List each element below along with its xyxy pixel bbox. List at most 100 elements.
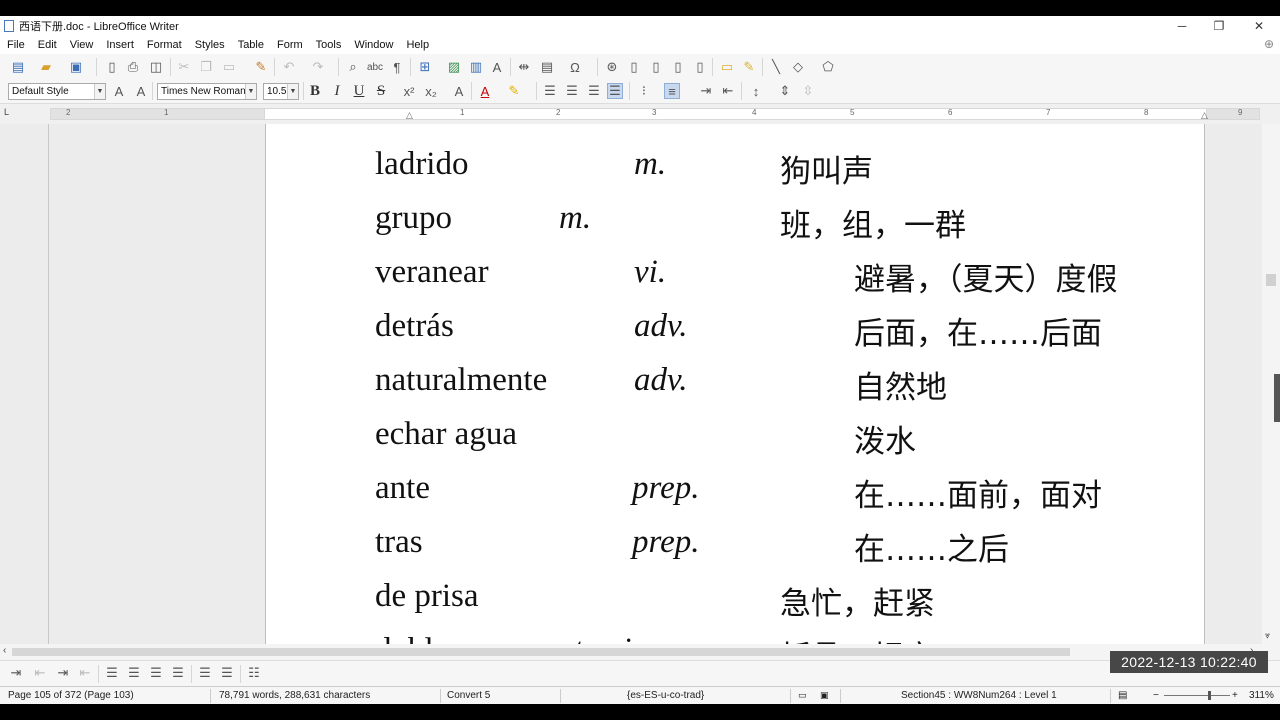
- horizontal-scroll-thumb[interactable]: [12, 648, 1070, 656]
- move-subpoints-down-icon[interactable]: ☰: [170, 665, 186, 681]
- cross-reference-icon[interactable]: ▯: [692, 59, 708, 75]
- menu-form[interactable]: Form: [270, 39, 309, 51]
- cut-icon[interactable]: ✂: [176, 59, 192, 75]
- subscript-icon[interactable]: x₂: [423, 83, 439, 99]
- find-replace-icon[interactable]: ⌕: [345, 59, 361, 75]
- document-page[interactable]: ladrido m. 狗叫声 grupo m. 班，组，一群 veranear …: [265, 124, 1205, 644]
- endnote-icon[interactable]: ▯: [648, 59, 664, 75]
- line-spacing-icon[interactable]: ↕: [748, 83, 764, 99]
- bold-icon[interactable]: B: [307, 83, 323, 99]
- minimize-button[interactable]: ─: [1162, 16, 1202, 36]
- superscript-icon[interactable]: x²: [401, 83, 417, 99]
- menu-view[interactable]: View: [63, 39, 100, 51]
- print-icon[interactable]: ⎙: [125, 59, 141, 75]
- menu-insert[interactable]: Insert: [99, 39, 140, 51]
- promote-subpoints-icon[interactable]: ⇤: [77, 665, 93, 681]
- decrease-spacing-icon[interactable]: ⇳: [800, 83, 816, 99]
- numbering-icon[interactable]: ≡: [664, 83, 680, 99]
- right-indent-marker-icon[interactable]: △: [1201, 110, 1208, 121]
- font-size-box[interactable]: 10.5 ▼: [263, 83, 299, 100]
- zoom-in-icon[interactable]: +: [1232, 690, 1238, 701]
- hyperlink-icon[interactable]: ⊛: [604, 59, 620, 75]
- demote-subpoints-icon[interactable]: ⇥: [55, 665, 71, 681]
- indent-marker-icon[interactable]: △: [406, 110, 413, 121]
- close-button[interactable]: ✕: [1239, 16, 1279, 36]
- vertical-scroll-thumb[interactable]: [1266, 274, 1276, 286]
- chevron-down-icon[interactable]: ▼: [287, 84, 298, 99]
- decrease-indent-icon[interactable]: ⇤: [720, 83, 736, 99]
- zoom-out-icon[interactable]: −: [1153, 690, 1159, 701]
- underline-icon[interactable]: U: [351, 83, 367, 99]
- move-item-down-icon[interactable]: ☰: [126, 665, 142, 681]
- new-style-icon[interactable]: A: [133, 83, 149, 99]
- comment-icon[interactable]: ▭: [719, 59, 735, 75]
- insert-line-icon[interactable]: ╲: [768, 59, 784, 75]
- draw-functions-icon[interactable]: ⬠: [820, 59, 836, 75]
- justify-icon[interactable]: ☰: [607, 83, 623, 99]
- globe-icon[interactable]: ⊕: [1264, 37, 1274, 51]
- vertical-scrollbar[interactable]: ⩔: [1262, 124, 1280, 644]
- open-folder-icon[interactable]: ▰: [38, 59, 54, 75]
- menu-table[interactable]: Table: [231, 39, 270, 51]
- copy-icon[interactable]: ❐: [198, 59, 214, 75]
- strikethrough-icon[interactable]: S: [373, 83, 389, 99]
- menu-file[interactable]: File: [0, 39, 31, 51]
- menu-format[interactable]: Format: [140, 39, 188, 51]
- promote-outline-icon[interactable]: ⇤: [32, 665, 48, 681]
- move-item-up-icon[interactable]: ☰: [104, 665, 120, 681]
- increase-indent-icon[interactable]: ⇥: [698, 83, 714, 99]
- document-workspace[interactable]: ladrido m. 狗叫声 grupo m. 班，组，一群 veranear …: [0, 124, 1262, 644]
- insert-image-icon[interactable]: ▨: [446, 59, 462, 75]
- align-center-icon[interactable]: ☰: [564, 83, 580, 99]
- insert-table-icon[interactable]: ⊞: [417, 59, 433, 75]
- page-break-icon[interactable]: ⇹: [516, 59, 532, 75]
- update-style-icon[interactable]: A: [111, 83, 127, 99]
- italic-icon[interactable]: I: [329, 83, 345, 99]
- insert-unnumbered-entry-icon[interactable]: ☰: [197, 665, 213, 681]
- menu-window[interactable]: Window: [347, 39, 399, 51]
- insert-field-icon[interactable]: ▤: [539, 59, 555, 75]
- paragraph-spacing-icon[interactable]: ⇕: [777, 83, 793, 99]
- align-left-icon[interactable]: ☰: [542, 83, 558, 99]
- special-character-icon[interactable]: Ω: [567, 59, 583, 75]
- align-right-icon[interactable]: ☰: [586, 83, 602, 99]
- next-page-icon[interactable]: ⩔: [1265, 630, 1270, 641]
- bookmark-icon[interactable]: ▯: [670, 59, 686, 75]
- bullets-icon[interactable]: ⁝: [636, 83, 652, 99]
- redo-icon[interactable]: ↷: [310, 59, 326, 75]
- zoom-slider[interactable]: [1164, 695, 1230, 696]
- menu-tools[interactable]: Tools: [309, 39, 348, 51]
- bullets-numbering-dialog-icon[interactable]: ☷: [246, 665, 262, 681]
- page-count[interactable]: Page 105 of 372 (Page 103): [8, 690, 134, 701]
- maximize-button[interactable]: ❐: [1199, 16, 1239, 36]
- highlighting-icon[interactable]: ✎: [506, 83, 522, 99]
- undo-icon[interactable]: ↶: [281, 59, 297, 75]
- sidebar-toggle-tab[interactable]: [1274, 374, 1280, 422]
- font-name-box[interactable]: Times New Roman ▼: [157, 83, 257, 100]
- new-document-icon[interactable]: ▤: [10, 59, 26, 75]
- zoom-level[interactable]: 311%: [1249, 690, 1274, 701]
- menu-edit[interactable]: Edit: [31, 39, 63, 51]
- clone-formatting-icon[interactable]: ✎: [253, 59, 269, 75]
- clear-formatting-icon[interactable]: A: [451, 83, 467, 99]
- horizontal-scrollbar[interactable]: ‹ ›: [0, 644, 1280, 660]
- track-changes-icon[interactable]: ✎: [741, 59, 757, 75]
- word-count[interactable]: 78,791 words, 288,631 characters: [219, 690, 370, 701]
- tab-stop-selector-icon[interactable]: L: [4, 107, 9, 117]
- demote-outline-icon[interactable]: ⇥: [8, 665, 24, 681]
- chevron-down-icon[interactable]: ▼: [245, 84, 256, 99]
- export-pdf-icon[interactable]: ▯: [104, 59, 120, 75]
- document-modified-icon[interactable]: ▣: [820, 690, 829, 701]
- restart-numbering-icon[interactable]: ☰: [219, 665, 235, 681]
- horizontal-ruler[interactable]: 2 1 1 2 3 4 5 6 7 8 9 △ △ L: [0, 104, 1280, 124]
- spelling-icon[interactable]: abc: [367, 59, 383, 75]
- move-subpoints-up-icon[interactable]: ☰: [148, 665, 164, 681]
- text-language[interactable]: {es-ES-u-co-trad}: [627, 690, 704, 701]
- view-layout-icon[interactable]: ▤: [1118, 690, 1127, 701]
- paragraph-style-box[interactable]: Default Style ▼: [8, 83, 106, 100]
- scroll-left-icon[interactable]: ‹: [3, 645, 6, 656]
- insert-textbox-icon[interactable]: A: [489, 59, 505, 75]
- basic-shapes-icon[interactable]: ◇: [790, 59, 806, 75]
- paste-icon[interactable]: ▭: [221, 59, 237, 75]
- save-icon[interactable]: ▣: [68, 59, 84, 75]
